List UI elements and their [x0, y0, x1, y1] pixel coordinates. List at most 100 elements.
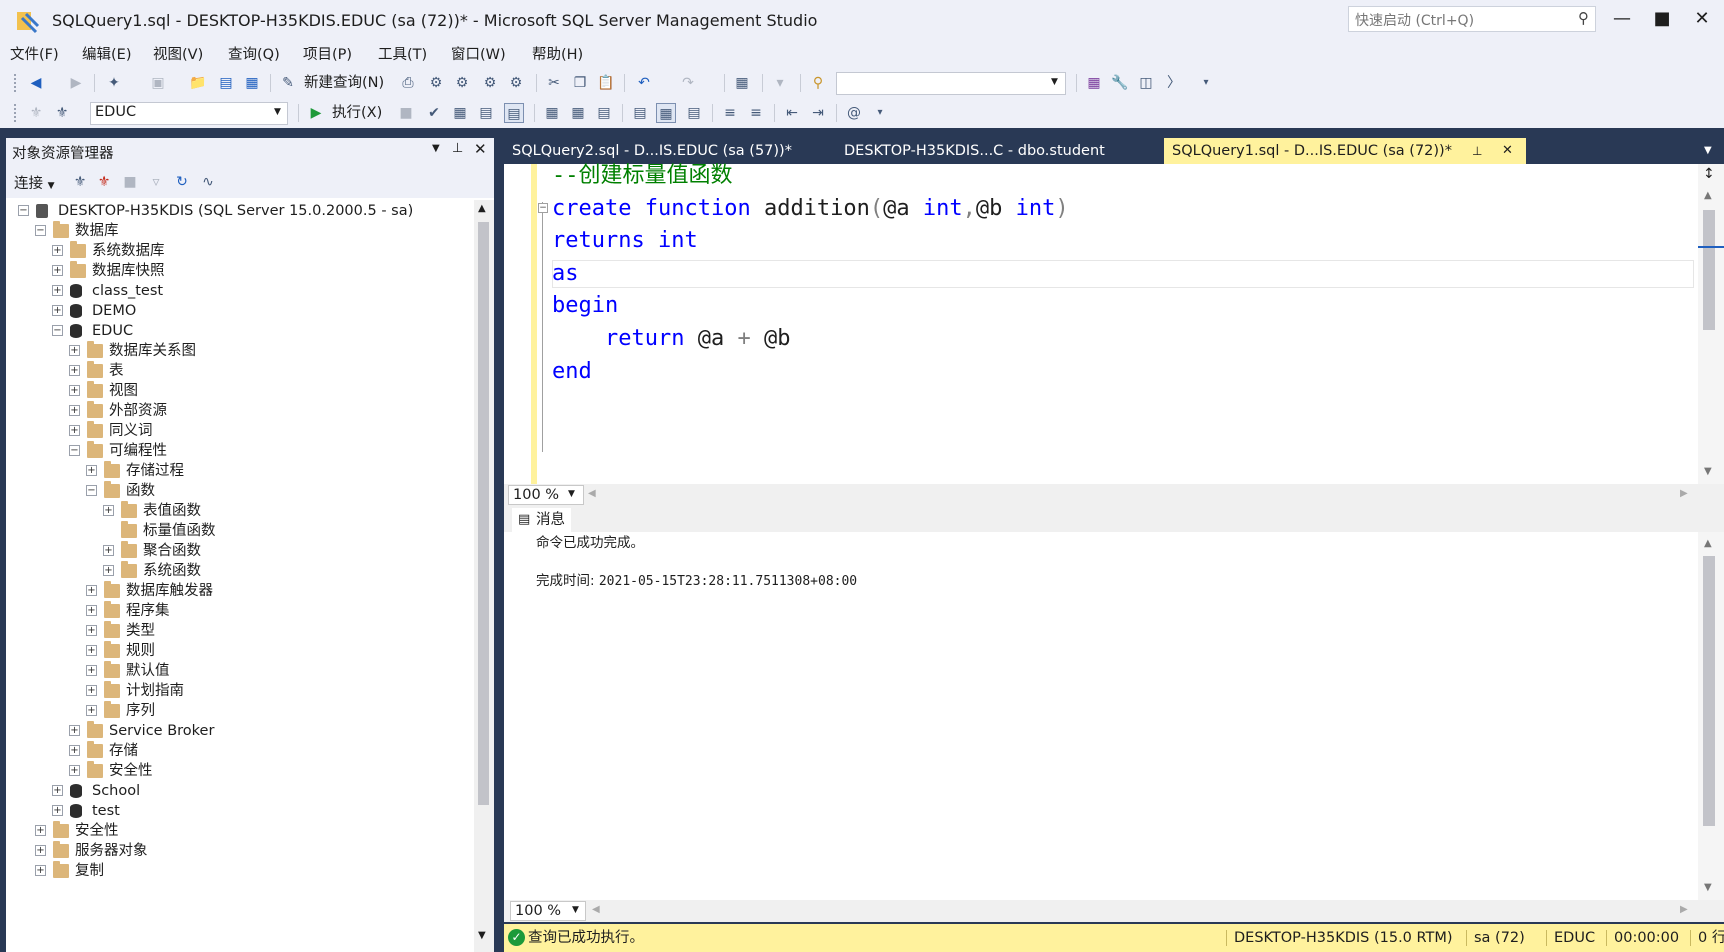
- scrollbar-thumb[interactable]: [478, 222, 489, 805]
- scroll-right-icon[interactable]: ▶: [1680, 904, 1688, 915]
- code-text[interactable]: --创建标量值函数 create function addition(@a int…: [552, 160, 1069, 388]
- expand-icon[interactable]: +: [69, 365, 80, 376]
- disconnect-icon[interactable]: ⚜: [94, 172, 114, 192]
- expand-icon[interactable]: +: [35, 845, 46, 856]
- execute-button[interactable]: 执行(X): [332, 101, 382, 125]
- change-connection-icon[interactable]: ⚜: [52, 103, 72, 123]
- maximize-button[interactable]: ■: [1644, 6, 1680, 32]
- toolbox-icon[interactable]: ◫: [1136, 73, 1156, 93]
- connect-object-explorer-icon[interactable]: ⚜: [70, 172, 90, 192]
- menu-window[interactable]: 窗口(W): [451, 44, 506, 68]
- toolbar-overflow-icon[interactable]: ▾: [870, 103, 890, 123]
- save-icon[interactable]: ▤: [216, 73, 236, 93]
- actual-plan-icon[interactable]: ▦: [542, 103, 562, 123]
- expand-icon[interactable]: +: [103, 545, 114, 556]
- increase-indent-icon[interactable]: ⇥: [808, 103, 828, 123]
- collapse-icon[interactable]: −: [538, 203, 548, 213]
- open-file-icon[interactable]: 📁: [188, 73, 208, 93]
- new-query-button[interactable]: 新建查询(N): [304, 71, 384, 95]
- expand-icon[interactable]: +: [86, 685, 97, 696]
- vs-properties-icon[interactable]: ▦: [1084, 73, 1104, 93]
- toolbar-overflow-icon[interactable]: ▾: [1196, 73, 1216, 93]
- expand-icon[interactable]: +: [86, 605, 97, 616]
- tab-sqlquery1[interactable]: SQLQuery1.sql - D...IS.EDUC (sa (72))* ⊥…: [1164, 138, 1526, 164]
- xmla-query-icon[interactable]: ⚙: [480, 73, 500, 93]
- specify-template-values-icon[interactable]: @: [844, 103, 864, 123]
- menu-view[interactable]: 视图(V): [153, 44, 203, 68]
- search-icon[interactable]: ⚲: [1578, 9, 1589, 27]
- scroll-down-icon[interactable]: ▼: [478, 930, 486, 941]
- expand-icon[interactable]: +: [103, 565, 114, 576]
- chevron-down-icon[interactable]: ▼: [1051, 77, 1058, 87]
- expand-icon[interactable]: +: [35, 825, 46, 836]
- expand-icon[interactable]: +: [86, 665, 97, 676]
- cut-icon[interactable]: ✂: [544, 73, 564, 93]
- expand-icon[interactable]: +: [52, 805, 63, 816]
- live-stats-icon[interactable]: ▦: [568, 103, 588, 123]
- parse-icon[interactable]: ✔: [424, 103, 444, 123]
- comment-icon[interactable]: ≡: [720, 103, 740, 123]
- expand-icon[interactable]: +: [69, 425, 80, 436]
- split-icon[interactable]: ↕: [1703, 166, 1715, 182]
- scrollbar-thumb[interactable]: [1703, 210, 1715, 330]
- activity-monitor-icon[interactable]: ▦: [732, 73, 752, 93]
- results-to-text-icon[interactable]: ▤: [630, 103, 650, 123]
- expand-icon[interactable]: +: [103, 505, 114, 516]
- expand-icon[interactable]: +: [69, 385, 80, 396]
- chevron-down-icon[interactable]: ▼: [568, 489, 575, 499]
- expand-icon[interactable]: +: [86, 645, 97, 656]
- expand-icon[interactable]: +: [52, 785, 63, 796]
- scroll-down-icon[interactable]: ▼: [1704, 882, 1712, 893]
- execute-icon[interactable]: ▶: [306, 103, 326, 123]
- menu-tools[interactable]: 工具(T): [378, 44, 427, 68]
- wrench-icon[interactable]: 🔧: [1110, 73, 1130, 93]
- mdx-query-icon[interactable]: ⚙: [426, 73, 446, 93]
- scroll-up-icon[interactable]: ▲: [478, 203, 486, 214]
- dax-query-icon[interactable]: ⚙: [506, 73, 526, 93]
- new-query-icon[interactable]: ✎: [278, 73, 298, 93]
- expand-icon[interactable]: +: [69, 405, 80, 416]
- db-engine-query-icon[interactable]: ⎙: [398, 73, 418, 93]
- find-combo[interactable]: [836, 72, 1066, 95]
- decrease-indent-icon[interactable]: ⇤: [782, 103, 802, 123]
- quick-launch-input[interactable]: 快速启动 (Ctrl+Q): [1348, 6, 1596, 32]
- expand-icon[interactable]: +: [86, 465, 97, 476]
- estimated-plan-icon[interactable]: ▦: [450, 103, 470, 123]
- expand-icon[interactable]: +: [52, 265, 63, 276]
- refresh-icon[interactable]: ↻: [172, 172, 192, 192]
- copy-icon[interactable]: ❐: [570, 73, 590, 93]
- paste-icon[interactable]: 📋: [596, 73, 616, 93]
- collapse-icon[interactable]: −: [69, 445, 80, 456]
- scroll-up-icon[interactable]: ▲: [1704, 190, 1712, 201]
- minimize-button[interactable]: —: [1604, 6, 1640, 32]
- command-window-icon[interactable]: 〉: [1164, 73, 1184, 93]
- scroll-up-icon[interactable]: ▲: [1704, 538, 1712, 549]
- expand-icon[interactable]: +: [52, 285, 63, 296]
- expand-icon[interactable]: +: [69, 745, 80, 756]
- find-in-files-icon[interactable]: ⚲: [808, 73, 828, 93]
- collapse-icon[interactable]: −: [18, 205, 29, 216]
- expand-icon[interactable]: +: [35, 865, 46, 876]
- scroll-down-icon[interactable]: ▼: [1704, 466, 1712, 477]
- undo-icon[interactable]: ↶: [634, 73, 654, 93]
- expand-icon[interactable]: +: [69, 345, 80, 356]
- new-project-icon[interactable]: ✦: [104, 73, 124, 93]
- save-all-icon[interactable]: ▦: [242, 73, 262, 93]
- toolbar-grip[interactable]: [14, 104, 18, 122]
- scroll-left-icon[interactable]: ◀: [588, 488, 596, 499]
- close-button[interactable]: ✕: [1684, 6, 1720, 32]
- results-to-file-icon[interactable]: ▤: [684, 103, 704, 123]
- uncomment-icon[interactable]: ≡: [746, 103, 766, 123]
- expand-icon[interactable]: +: [86, 585, 97, 596]
- expand-icon[interactable]: +: [69, 765, 80, 776]
- menu-edit[interactable]: 编辑(E): [82, 44, 131, 68]
- collapse-icon[interactable]: −: [35, 225, 46, 236]
- dmx-query-icon[interactable]: ⚙: [452, 73, 472, 93]
- scroll-right-icon[interactable]: ▶: [1680, 488, 1688, 499]
- expand-icon[interactable]: +: [69, 725, 80, 736]
- panel-dropdown-icon[interactable]: ▼: [432, 143, 440, 154]
- intellisense-icon[interactable]: ▤: [504, 103, 524, 123]
- toolbar-grip[interactable]: [14, 74, 18, 92]
- expand-icon[interactable]: +: [52, 305, 63, 316]
- scrollbar-thumb[interactable]: [1703, 556, 1715, 826]
